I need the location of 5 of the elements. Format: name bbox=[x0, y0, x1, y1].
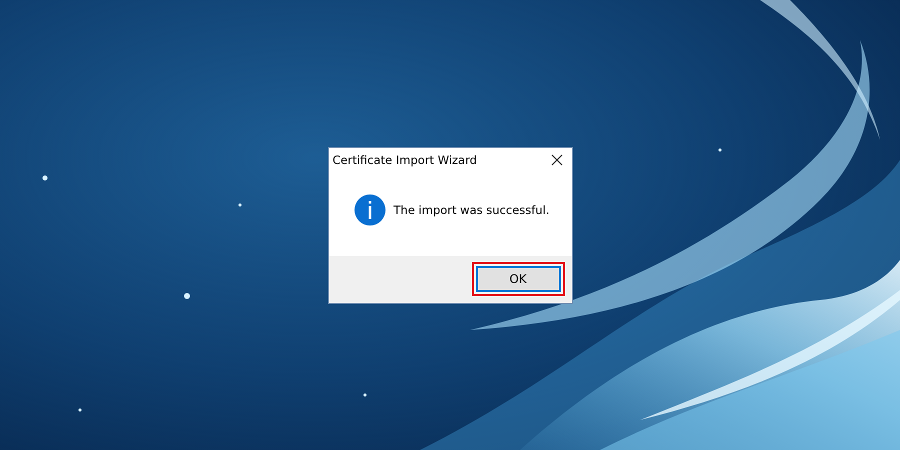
window-title: Certificate Import Wizard bbox=[332, 152, 477, 166]
ok-button[interactable]: OK bbox=[476, 266, 560, 292]
message-text: The import was successful. bbox=[394, 202, 550, 216]
info-icon bbox=[354, 194, 386, 226]
close-icon bbox=[550, 154, 562, 166]
